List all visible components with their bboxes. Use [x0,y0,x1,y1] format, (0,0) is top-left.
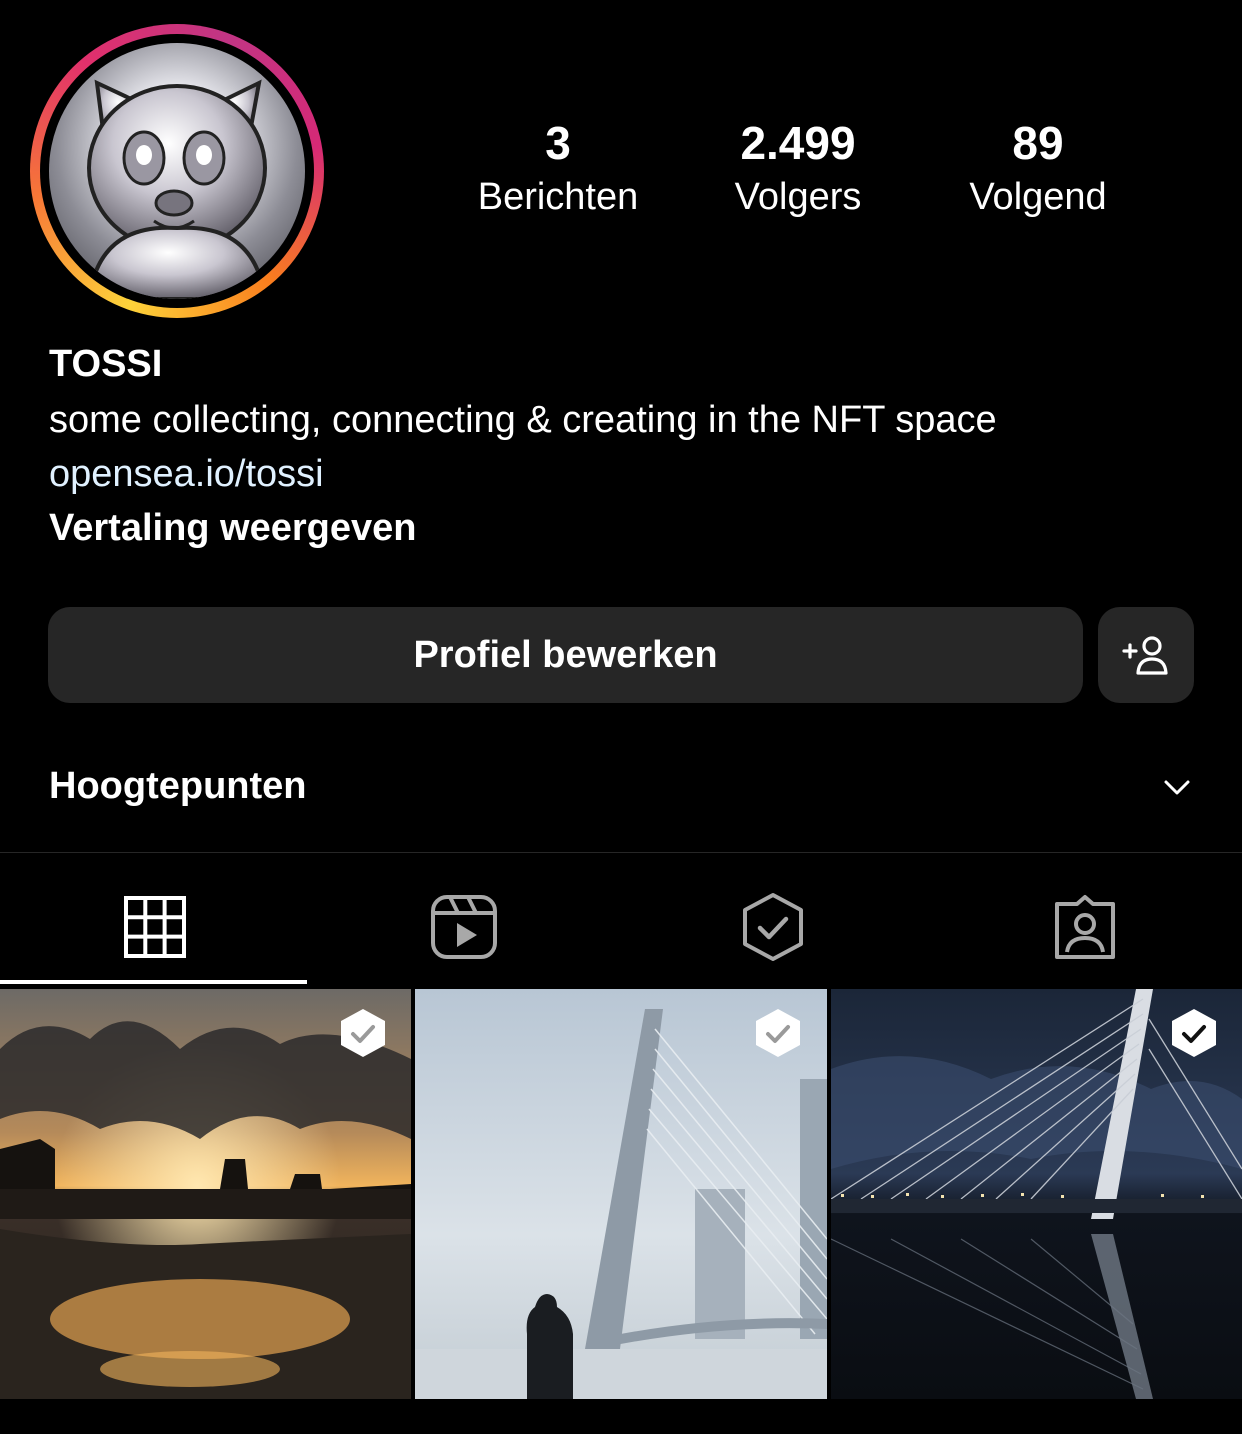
posts-count-label: Berichten [477,176,639,218]
posts-count-value: 3 [545,117,571,169]
bear-avatar-image [86,79,268,299]
highlights-title[interactable]: Hoogtepunten [49,760,307,812]
discover-people-button[interactable] [1098,607,1194,703]
grid-icon [124,896,186,958]
translate-link[interactable]: Vertaling weergeven [49,504,417,552]
following-count-label: Volgend [969,176,1107,218]
story-ring[interactable] [30,24,324,318]
profile-bio: some collecting, connecting & creating i… [49,399,997,441]
tagged-icon [1055,895,1115,959]
edit-profile-button[interactable]: Profiel bewerken [48,607,1083,703]
followers-count[interactable]: 2.499 Volgers [688,112,908,220]
followers-count-value: 2.499 [740,117,856,169]
posts-count[interactable]: 3 Berichten [448,112,668,220]
section-divider [0,852,1242,853]
tab-reels[interactable] [309,872,619,982]
post-tile[interactable] [831,989,1242,1399]
active-tab-indicator [0,980,307,984]
verified-collectibles-icon [743,893,803,961]
verified-check-icon [341,1009,385,1057]
avatar-border [40,34,314,308]
following-count-value: 89 [1012,117,1064,169]
following-count[interactable]: 89 Volgend [928,112,1148,220]
verified-check-icon [756,1009,800,1057]
post-tile[interactable] [415,989,827,1399]
profile-link[interactable]: opensea.io/tossi [49,450,324,498]
avatar[interactable] [49,43,305,299]
post-tile[interactable] [0,989,411,1399]
reels-icon [431,895,497,959]
followers-count-label: Volgers [734,176,862,218]
profile-name: TOSSI [49,343,163,385]
tab-posts-grid[interactable] [0,872,310,982]
tab-collectibles[interactable] [618,872,928,982]
add-person-icon [1122,636,1168,675]
chevron-down-icon[interactable] [1160,770,1194,804]
tab-tagged[interactable] [930,872,1240,982]
verified-check-icon [1172,1009,1216,1057]
